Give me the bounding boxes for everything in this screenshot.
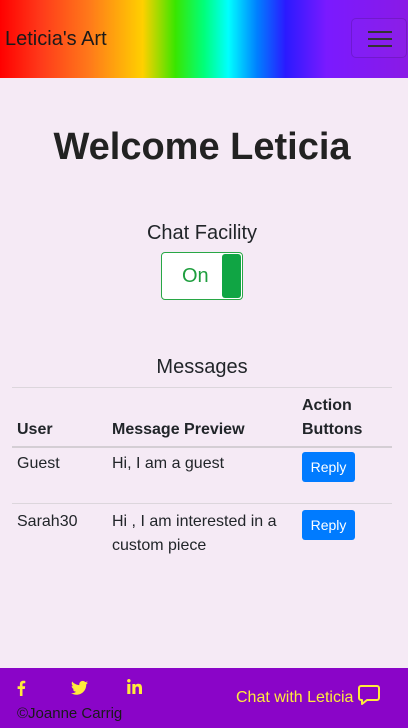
- toggle-state-text: On: [182, 265, 209, 287]
- row-user: Sarah30: [17, 513, 78, 530]
- brand-title[interactable]: Leticia's Art: [5, 28, 107, 51]
- reply-button[interactable]: Reply: [302, 452, 355, 482]
- chat-facility-toggle[interactable]: On: [161, 252, 243, 300]
- menu-toggle-button[interactable]: [351, 18, 407, 58]
- header-action-line2: Buttons: [302, 421, 363, 438]
- header-user: User: [17, 421, 53, 438]
- chat-with-leticia-link[interactable]: Chat with Leticia: [236, 689, 353, 707]
- table-top-divider: [12, 387, 392, 388]
- row-preview-line1: Hi , I am interested in a: [112, 513, 277, 530]
- reply-button[interactable]: Reply: [302, 510, 355, 540]
- toggle-knob: [222, 254, 241, 298]
- table-header-divider: [12, 446, 392, 448]
- row-preview-line2: custom piece: [112, 537, 207, 554]
- chat-bubble-icon[interactable]: [358, 684, 380, 711]
- header-message-preview: Message Preview: [112, 421, 245, 438]
- row-divider: [12, 503, 392, 504]
- facebook-icon[interactable]: [15, 680, 27, 701]
- copyright-text: ©Joanne Carrig: [17, 705, 123, 722]
- row-preview: Hi, I am a guest: [112, 455, 225, 472]
- linkedin-icon[interactable]: [127, 679, 142, 699]
- footer: ©Joanne Carrig Chat with Leticia: [0, 668, 408, 728]
- chat-facility-label: Chat Facility: [146, 222, 258, 244]
- page-title: Welcome Leticia: [53, 126, 351, 168]
- messages-heading: Messages: [156, 356, 248, 378]
- row-user: Guest: [17, 455, 60, 472]
- twitter-icon[interactable]: [71, 680, 88, 701]
- navbar: Leticia's Art: [0, 0, 408, 78]
- header-action-line1: Action: [302, 397, 352, 414]
